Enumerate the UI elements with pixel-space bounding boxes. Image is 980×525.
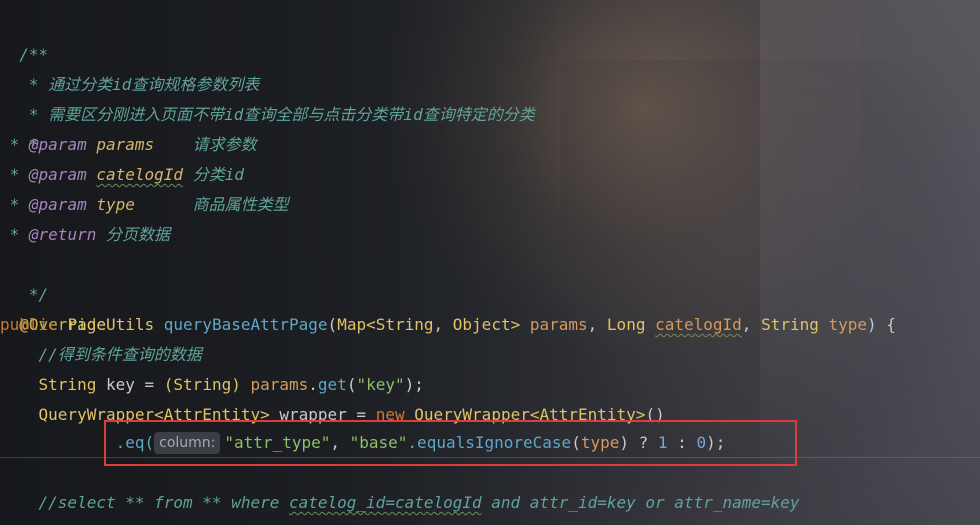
doc-star: * bbox=[0, 225, 29, 244]
code-line-return: * @return 分页数据 bbox=[0, 220, 170, 250]
doc-param-name: type bbox=[96, 195, 135, 214]
doc-star: * bbox=[0, 195, 29, 214]
var-name: key bbox=[105, 375, 135, 394]
var-type: String bbox=[38, 375, 97, 394]
line-comment: //得到条件查询的数据 bbox=[38, 345, 202, 364]
param-name: catelogId bbox=[655, 315, 742, 334]
code-line-doc-description-2: * 需要区分刚进入页面不带id查询全部与点击分类带id查询特定的分类 bbox=[0, 70, 535, 124]
code-line-method-signature: public PageUtils queryBaseAttrPage(Map<S… bbox=[0, 315, 896, 334]
line-comment-part: //select ** from ** where bbox=[38, 493, 289, 512]
param-type: String bbox=[761, 315, 819, 334]
code-line-annotation: @Override bbox=[0, 280, 106, 334]
code-line-doc-description-1: * 通过分类id查询规格参数列表 bbox=[0, 40, 260, 94]
code-line-doc-open: /** bbox=[0, 10, 48, 64]
params-ref: params bbox=[250, 375, 309, 394]
param-type: Map<String, Object> bbox=[337, 315, 521, 334]
doc-param-tag: @param bbox=[28, 195, 87, 214]
red-highlight-box bbox=[104, 420, 797, 466]
string-literal: "key" bbox=[356, 375, 405, 394]
code-line-doc-blank: * bbox=[0, 100, 39, 154]
code-line-param-catelogid: * @param catelogId 分类id bbox=[0, 160, 244, 190]
doc-param-description: 请求参数 bbox=[192, 135, 257, 154]
doc-star: * bbox=[0, 165, 29, 184]
doc-star: * bbox=[0, 135, 29, 154]
doc-param-description: 商品属性类型 bbox=[192, 195, 289, 214]
param-name: params bbox=[529, 315, 588, 334]
param-name: type bbox=[828, 315, 868, 334]
code-line-param-params: * @param params 请求参数 bbox=[0, 130, 257, 160]
doc-param-name: catelogId bbox=[96, 165, 184, 184]
code-line-key-assignment: String key = (String) params.get("key"); bbox=[38, 375, 424, 394]
param-type: Long bbox=[606, 315, 646, 334]
type-cast: (String) bbox=[163, 375, 241, 394]
keyword-public: public bbox=[0, 315, 58, 334]
line-comment-part: and attr_id=key or attr_name=key bbox=[481, 493, 800, 512]
code-line-doc-close: */ bbox=[0, 250, 48, 304]
code-line-select-comment: //select ** from ** where catelog_id=cat… bbox=[0, 488, 800, 518]
line-comment-part: catelog_id=catelogId bbox=[288, 493, 482, 512]
doc-param-tag: @param bbox=[28, 135, 87, 154]
doc-param-name: params bbox=[96, 135, 155, 154]
return-type: PageUtils bbox=[67, 315, 155, 334]
doc-param-description: 分类id bbox=[192, 165, 244, 184]
code-line-comment-get-data: //得到条件查询的数据 bbox=[0, 340, 202, 370]
doc-return-description: 分页数据 bbox=[105, 225, 170, 244]
doc-return-tag: @return bbox=[28, 225, 97, 244]
doc-param-tag: @param bbox=[28, 165, 87, 184]
code-line-param-type: * @param type 商品属性类型 bbox=[0, 190, 289, 220]
get-method: get bbox=[317, 375, 347, 394]
method-name: queryBaseAttrPage bbox=[163, 315, 328, 334]
doc-description-2: * 需要区分刚进入页面不带id查询全部与点击分类带id查询特定的分类 bbox=[19, 105, 535, 124]
